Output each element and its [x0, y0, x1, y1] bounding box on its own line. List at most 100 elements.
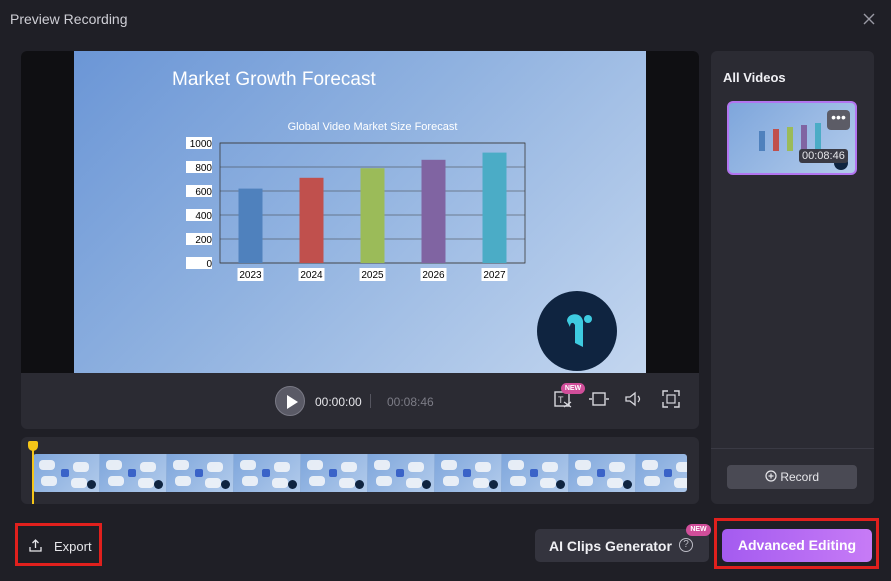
help-icon[interactable]: ? — [679, 538, 693, 552]
frame-shape — [138, 478, 154, 488]
add-circle-icon — [765, 470, 777, 482]
frame-logo — [221, 480, 230, 489]
frame-marker — [463, 469, 471, 477]
thumbnail-duration: 00:08:46 — [799, 149, 848, 163]
current-time: 00:00:00 — [315, 395, 362, 409]
frame-shape — [542, 462, 558, 472]
bar-2025 — [360, 168, 385, 263]
export-label: Export — [54, 539, 92, 554]
frame-logo — [623, 480, 632, 489]
video-viewport: Market Growth Forecast Global Video Mark… — [21, 51, 699, 373]
timeline[interactable] — [21, 437, 699, 504]
frame-shape — [341, 462, 357, 472]
frame-shape — [73, 462, 89, 472]
frame-shape — [607, 478, 623, 488]
more-options-button[interactable]: ••• — [827, 110, 850, 130]
frame-shape — [39, 460, 55, 470]
frame-marker — [61, 469, 69, 477]
frame-shape — [575, 460, 591, 470]
timeline-frame — [100, 454, 167, 492]
frame-shape — [309, 476, 325, 486]
time-separator — [370, 394, 371, 408]
frame-shape — [376, 476, 392, 486]
frame-shape — [41, 476, 57, 486]
total-time: 00:08:46 — [387, 395, 434, 409]
timeline-frame — [33, 454, 100, 492]
logo-icon — [567, 314, 592, 347]
frame-shape — [676, 462, 687, 472]
frame-shape — [408, 462, 424, 472]
video-player: Market Growth Forecast Global Video Mark… — [21, 51, 699, 429]
slide-preview: Market Growth Forecast Global Video Mark… — [74, 51, 646, 373]
frame-shape — [207, 462, 223, 472]
frame-shape — [175, 476, 191, 486]
video-thumbnail[interactable]: ••• 00:08:46 — [727, 101, 857, 175]
frame-marker — [329, 469, 337, 477]
frame-shape — [609, 462, 625, 472]
frame-marker — [664, 469, 672, 477]
frame-shape — [475, 462, 491, 472]
x-tick-label: 2025 — [361, 270, 384, 281]
timeline-strip[interactable] — [33, 454, 687, 492]
frame-marker — [530, 469, 538, 477]
frame-logo — [154, 480, 163, 489]
frame-shape — [508, 460, 524, 470]
frame-shape — [242, 476, 258, 486]
advanced-editing-button[interactable]: Advanced Editing — [722, 529, 872, 562]
frame-logo — [489, 480, 498, 489]
frame-marker — [396, 469, 404, 477]
volume-icon[interactable] — [623, 388, 645, 410]
y-tick-label: 1000 — [190, 139, 213, 150]
export-button[interactable]: Export — [15, 523, 102, 566]
frame-shape — [406, 478, 422, 488]
record-label: Record — [780, 470, 820, 484]
frame-logo — [556, 480, 565, 489]
player-controls: 00:00:00 00:08:46 T NEW — [21, 373, 699, 429]
crop-icon[interactable] — [588, 388, 610, 410]
fullscreen-icon[interactable] — [660, 388, 682, 410]
y-tick-label: 800 — [195, 163, 212, 174]
frame-shape — [71, 478, 87, 488]
bar-2023 — [238, 188, 263, 263]
panel-divider — [711, 448, 874, 449]
new-badge: NEW — [561, 383, 585, 394]
ai-clips-generator-button[interactable]: AI Clips Generator ? — [535, 529, 709, 562]
frame-shape — [339, 478, 355, 488]
frame-shape — [644, 476, 660, 486]
record-button[interactable]: Record — [727, 465, 857, 489]
frame-shape — [374, 460, 390, 470]
frame-shape — [540, 478, 556, 488]
title-bar: Preview Recording — [0, 0, 891, 40]
x-tick-label: 2027 — [483, 270, 506, 281]
frame-shape — [307, 460, 323, 470]
x-tick-label: 2023 — [239, 270, 262, 281]
frame-logo — [355, 480, 364, 489]
frame-shape — [473, 478, 489, 488]
close-icon[interactable] — [860, 10, 878, 28]
timeline-frame — [167, 454, 234, 492]
timeline-frame — [636, 454, 687, 492]
frame-shape — [510, 476, 526, 486]
upload-icon — [29, 539, 42, 552]
playhead-handle[interactable] — [28, 441, 38, 451]
x-tick-label: 2024 — [300, 270, 323, 281]
frame-shape — [140, 462, 156, 472]
frame-shape — [106, 460, 122, 470]
frame-shape — [108, 476, 124, 486]
chart-title: Global Video Market Size Forecast — [288, 121, 458, 133]
frame-shape — [272, 478, 288, 488]
frame-logo — [288, 480, 297, 489]
frame-shape — [642, 460, 658, 470]
timeline-frame — [502, 454, 569, 492]
frame-shape — [674, 478, 687, 488]
videos-panel: All Videos ••• 00:08:46 Record — [711, 51, 874, 504]
app-logo — [537, 291, 617, 371]
frame-shape — [274, 462, 290, 472]
frame-marker — [195, 469, 203, 477]
frame-logo — [422, 480, 431, 489]
bar-2027 — [482, 152, 507, 263]
frame-shape — [173, 460, 189, 470]
bar-2024 — [299, 177, 324, 263]
frame-logo — [87, 480, 96, 489]
play-button[interactable] — [275, 386, 305, 416]
